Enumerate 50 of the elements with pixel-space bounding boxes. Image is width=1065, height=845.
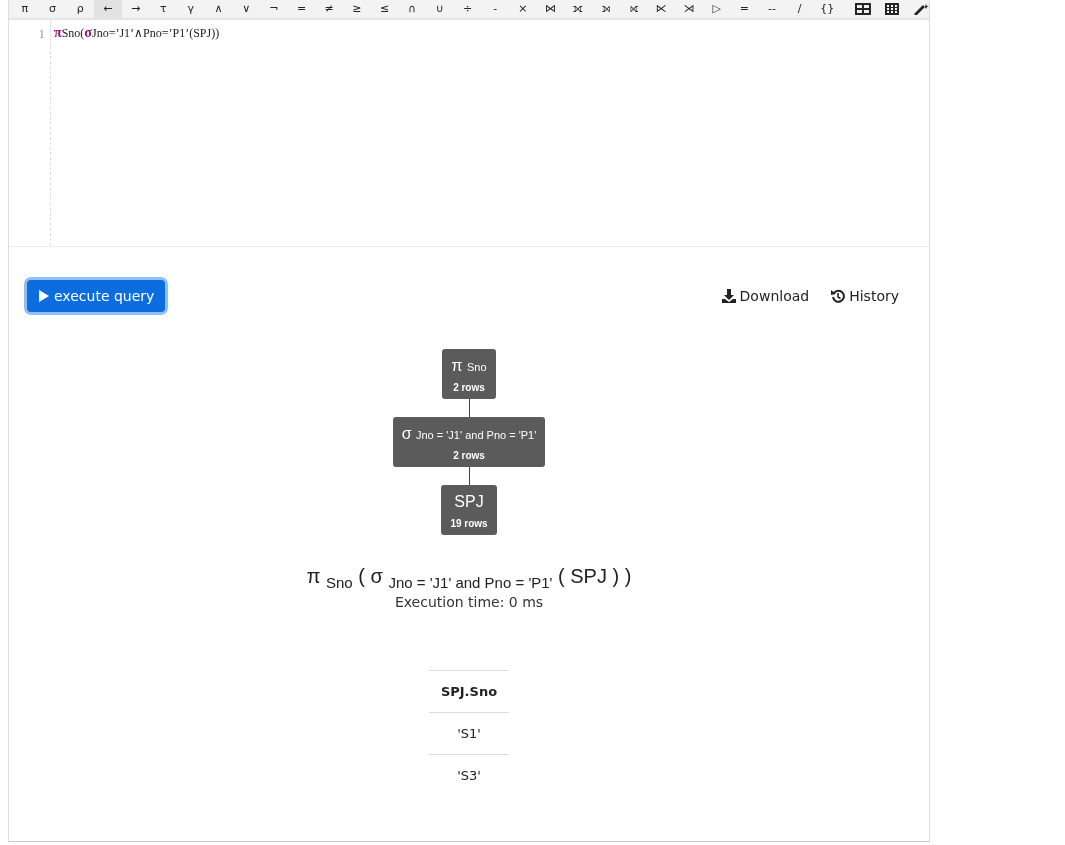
operator-button[interactable]: ¬	[260, 0, 288, 18]
operator-button[interactable]: →	[121, 0, 150, 18]
code-editor[interactable]: 1 πSno(σJno=’J1’∧Pno=’P1’(SPJ))	[9, 20, 929, 247]
operator-button[interactable]: ∩	[398, 0, 427, 18]
operator-button[interactable]: ∧	[204, 0, 233, 18]
query-tree-node[interactable]: SPJ 19 rows	[441, 485, 497, 535]
operator-button[interactable]: ÷	[453, 0, 482, 18]
history-button[interactable]: History	[831, 288, 899, 304]
operator-button[interactable]: ≥	[343, 0, 371, 18]
column-header: SPJ.Sno	[428, 670, 510, 713]
operator-button[interactable]: ⟕	[592, 0, 620, 18]
query-tree-node[interactable]: π Sno 2 rows	[442, 349, 496, 399]
operator-button[interactable]: ⟖	[619, 0, 648, 18]
operator-button[interactable]: --	[758, 0, 786, 18]
history-icon	[831, 289, 846, 303]
grid-icon[interactable]	[885, 3, 899, 15]
table-cell: 'S3'	[428, 754, 510, 796]
magic-wand-icon[interactable]	[913, 3, 929, 15]
table-cell: 'S1'	[428, 712, 510, 755]
operator-button[interactable]: /	[785, 0, 814, 18]
operator-button[interactable]: γ	[177, 0, 205, 18]
operator-button[interactable]: ×	[509, 0, 537, 18]
operator-button[interactable]: τ	[149, 0, 178, 18]
execution-time: Execution time: 0 ms	[393, 594, 545, 610]
operator-button[interactable]: ≤	[370, 0, 399, 18]
operator-button[interactable]: ←	[94, 0, 122, 18]
operator-button[interactable]: ▷	[702, 0, 731, 18]
operator-button[interactable]: -	[481, 0, 510, 18]
download-button[interactable]: Download	[721, 288, 810, 304]
execute-query-button[interactable]: execute query	[27, 280, 166, 312]
operator-button[interactable]: ρ	[66, 0, 94, 18]
operator-button[interactable]: ⋉	[647, 0, 676, 18]
relational-expression: π $_{Sno}$ ( σ $_{Jno = 'J1' and Pno = 'P1'}$ ( SPJ ) )	[305, 565, 633, 591]
operator-button[interactable]: =	[730, 0, 759, 18]
download-icon	[721, 289, 736, 303]
code-line: πSno(σJno=’J1’∧Pno=’P1’(SPJ))	[53, 25, 220, 41]
table-icon[interactable]	[855, 3, 872, 15]
play-icon	[38, 289, 50, 303]
operator-button[interactable]: {}	[813, 0, 842, 18]
query-tree-node[interactable]: σ Jno = 'J1' and Pno = 'P1' 2 rows	[392, 417, 546, 467]
operator-button[interactable]: ∨	[232, 0, 261, 18]
operator-button[interactable]: σ	[38, 0, 67, 18]
operator-button[interactable]: ≠	[315, 0, 344, 18]
operator-button[interactable]: π	[11, 0, 39, 18]
operator-button[interactable]: ⟗	[564, 0, 593, 18]
operator-button[interactable]: ⋈	[536, 0, 565, 18]
operator-button[interactable]: ⋊	[675, 0, 703, 18]
operator-button[interactable]: =	[287, 0, 316, 18]
line-number: 1	[9, 20, 51, 46]
operator-button[interactable]: ∪	[426, 0, 454, 18]
